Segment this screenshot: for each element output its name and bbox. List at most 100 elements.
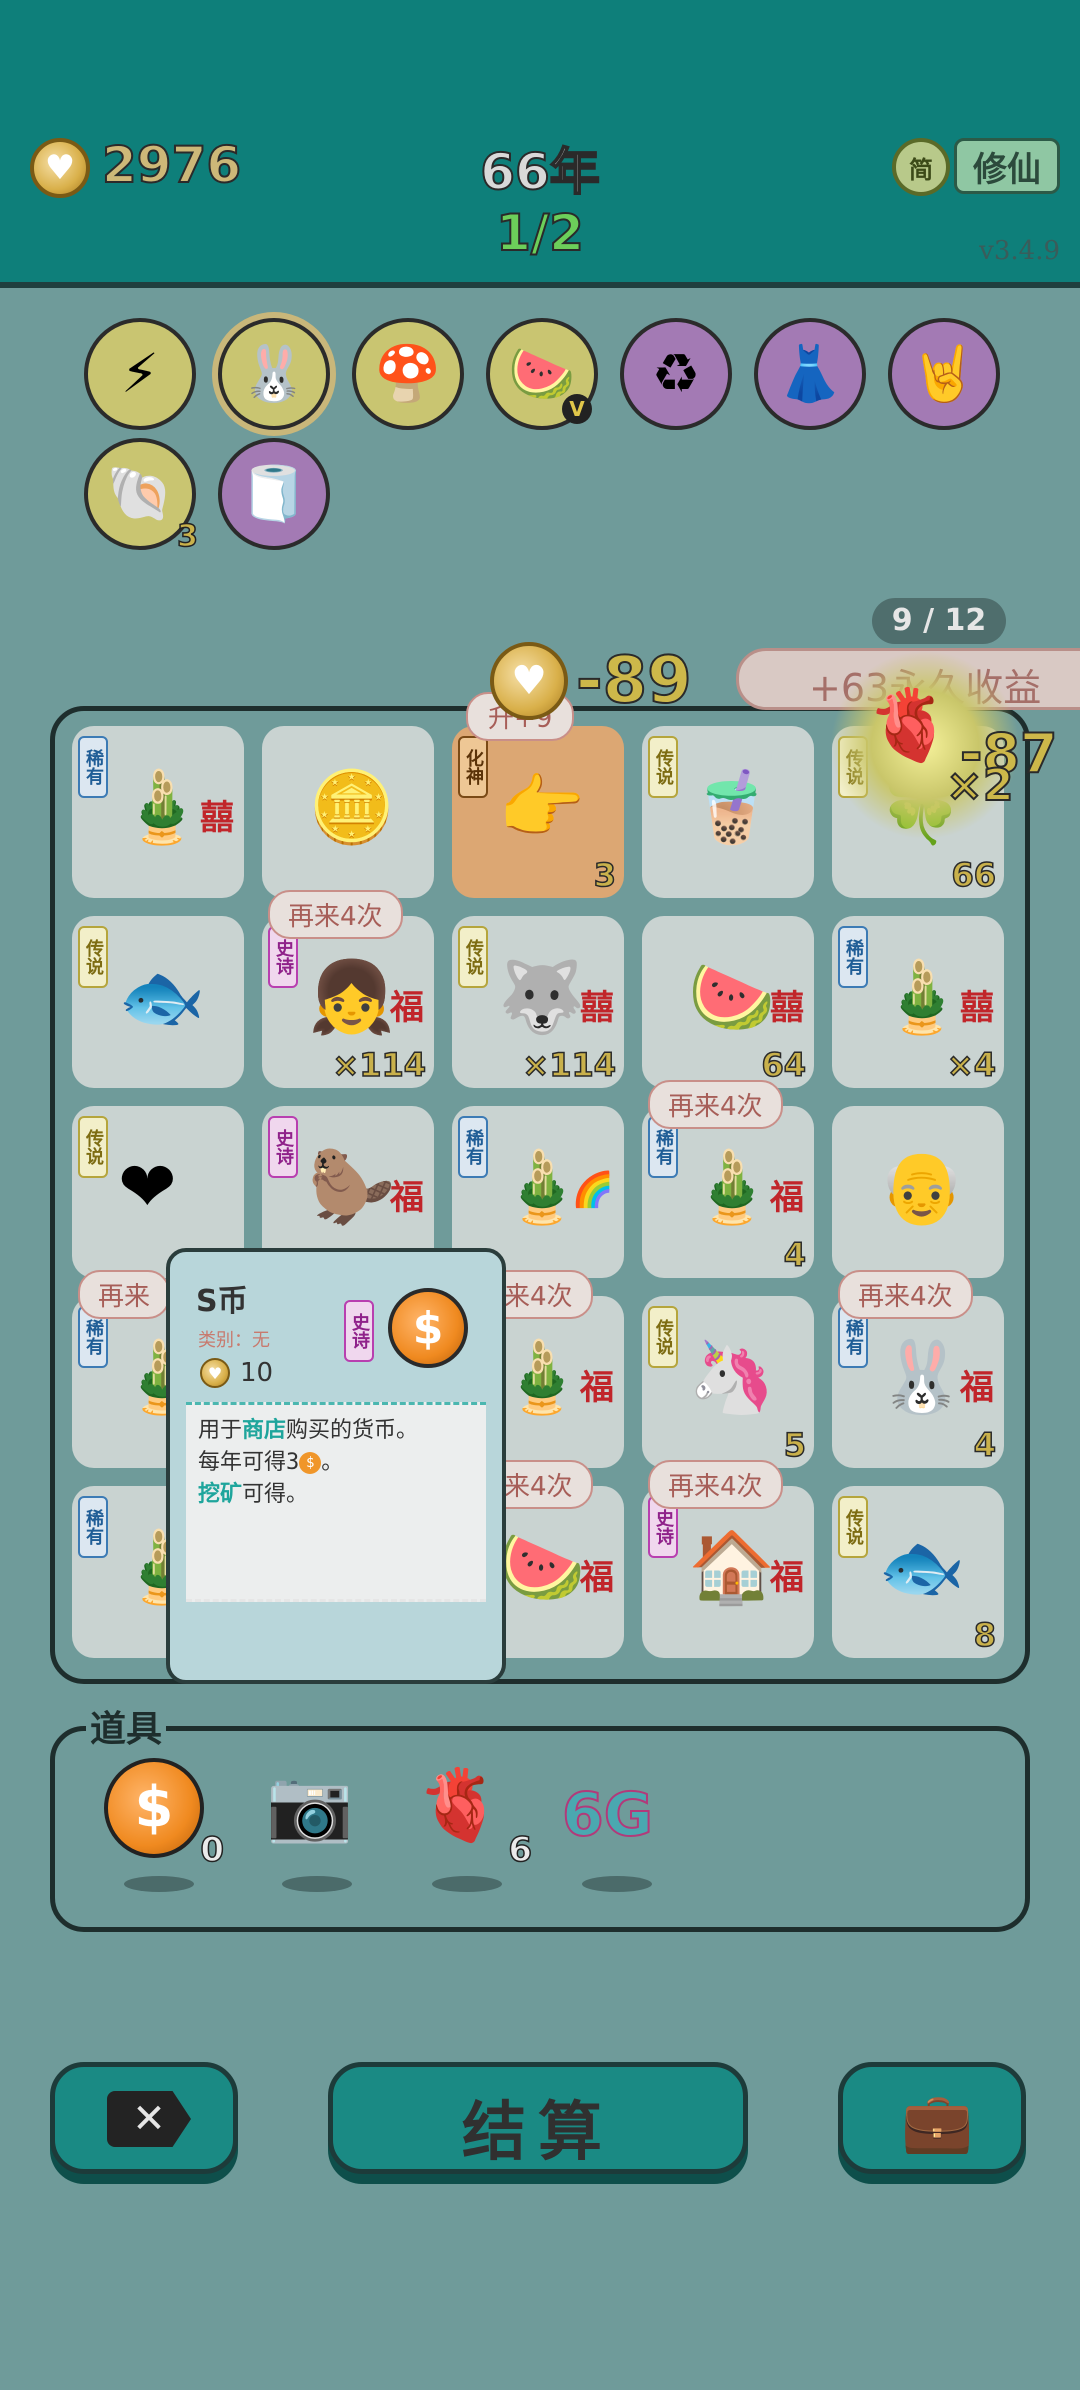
tool-shadow: [124, 1876, 194, 1892]
tile-extra-mark: 福: [770, 1178, 804, 1218]
bubble-tea-icon: 🧋: [688, 766, 776, 848]
board-tile[interactable]: 稀有 🎍 囍: [72, 726, 244, 898]
tile-extra-mark: 囍: [960, 988, 994, 1028]
rock-hand-icon: 🤘: [910, 342, 978, 405]
relic-slot[interactable]: 🍄: [352, 318, 464, 430]
popup-value: 10: [240, 1358, 274, 1388]
board-tile[interactable]: 🪙: [262, 726, 434, 898]
relic-slot[interactable]: 🧻: [218, 438, 330, 550]
tile-extra-mark: 囍: [580, 988, 614, 1028]
board-tile[interactable]: 传说 🐟: [72, 916, 244, 1088]
koi-fish-icon: 🐟: [118, 956, 206, 1038]
board-tile[interactable]: 👴: [832, 1106, 1004, 1278]
coin-count: 2976: [101, 135, 242, 195]
close-tag-icon: ✕: [107, 2091, 191, 2147]
retry-bubble: 再来: [78, 1270, 171, 1319]
rarity-tag: 化神: [458, 736, 488, 798]
board-tile[interactable]: 传说 🐺 囍 ×114: [452, 916, 624, 1088]
old-man-icon: 👴: [878, 1146, 966, 1228]
board-tile[interactable]: 稀有 🎍 囍 ×4: [832, 916, 1004, 1088]
bunny-icon: 🐰: [240, 342, 308, 405]
cultivation-mode-button[interactable]: 修仙: [954, 138, 1060, 194]
tool-slot[interactable]: $0: [104, 1752, 225, 1892]
bamboo-xi-icon: 🎍: [118, 766, 206, 848]
tissue-box-icon: 🧻: [240, 462, 308, 525]
popup-s-coin-icon: $: [388, 1288, 468, 1368]
tool-shadow: [432, 1876, 502, 1892]
popup-category: 类别：无: [198, 1330, 270, 1351]
rarity-tag: 稀有: [458, 1116, 488, 1178]
watermelon-fu-icon: 🍉: [498, 1526, 586, 1608]
simplified-toggle-icon[interactable]: 简: [892, 138, 950, 196]
inline-s-coin-icon: $: [299, 1452, 322, 1474]
tile-count: 8: [973, 1615, 997, 1655]
tile-count: 5: [783, 1425, 807, 1465]
tile-count: ×114: [332, 1045, 427, 1085]
bag-button[interactable]: 💼: [838, 2062, 1026, 2174]
camera-icon: 📷: [266, 1764, 354, 1846]
relic-slot[interactable]: ⚡: [84, 318, 196, 430]
rarity-tag: 传说: [78, 1116, 108, 1178]
board-tile[interactable]: 史诗 👧 福 ×114: [262, 916, 434, 1088]
recycle-icon: ♻: [651, 342, 701, 405]
slot-counter: 9 / 12: [872, 598, 1006, 644]
board-tile[interactable]: 稀有 🐰 福 4: [832, 1296, 1004, 1468]
tile-count: 66: [951, 855, 997, 895]
tile-count: 4: [973, 1425, 997, 1465]
tile-extra-mark: 福: [580, 1558, 614, 1598]
board-tile[interactable]: 传说 🧋: [642, 726, 814, 898]
bamboo-fu-icon: 🎍: [498, 1336, 586, 1418]
board-tile[interactable]: 稀有 🎍 福 4: [642, 1106, 814, 1278]
tile-count: 64: [761, 1045, 807, 1085]
liver-icon: 🫀: [416, 1764, 504, 1846]
coin-icon: ♥: [30, 138, 90, 198]
tile-count: ×4: [946, 1045, 997, 1085]
rabbit-house-icon: 🏠: [688, 1526, 776, 1608]
marmot-icon: 🦫: [308, 1146, 396, 1228]
settle-button[interactable]: 结算: [328, 2062, 748, 2174]
bamboo-xi-icon: 🎍: [878, 956, 966, 1038]
retry-bubble: 再来4次: [838, 1270, 973, 1319]
relic-slot[interactable]: 🐚 3: [84, 438, 199, 555]
liver-icon: 🫀: [866, 684, 954, 766]
tool-slot[interactable]: 📷: [262, 1752, 372, 1892]
relic-slot[interactable]: 🤘: [888, 318, 1000, 430]
relic-slot[interactable]: 👗: [754, 318, 866, 430]
rarity-tag: 稀有: [78, 1496, 108, 1558]
board-tile[interactable]: 传说 🦄 5: [642, 1296, 814, 1468]
relic-slot[interactable]: 🐰: [218, 318, 330, 430]
rarity-tag: 稀有: [838, 926, 868, 988]
board-tile[interactable]: 化神 👉 3: [452, 726, 624, 898]
popup-title: S币: [196, 1284, 248, 1319]
board-tile[interactable]: 🍉 囍 64: [642, 916, 814, 1088]
coins-pile-icon: 🪙: [308, 766, 396, 848]
man-heart-icon: ❤: [118, 1146, 177, 1228]
rarity-tag: 史诗: [268, 1116, 298, 1178]
unicorn-icon: 🦄: [688, 1336, 776, 1418]
board-tile[interactable]: 传说 🐟 8: [832, 1486, 1004, 1658]
tile-extra-mark: 福: [580, 1368, 614, 1408]
tools-label: 道具: [86, 1700, 167, 1752]
item-popup: S币 类别：无 史诗 $ ♥ 10 用于商店购买的货币。 每年可得3 $。 挖矿可…: [166, 1248, 506, 1684]
popup-rarity-tag: 史诗: [344, 1300, 374, 1362]
discard-button[interactable]: ✕: [50, 2062, 238, 2174]
tool-slot[interactable]: 6G: [561, 1752, 672, 1892]
relic-slot[interactable]: 🍉 V: [486, 318, 598, 430]
tile-extra-mark: 福: [960, 1368, 994, 1408]
rarity-tag: 传说: [648, 1306, 678, 1368]
relic-slot[interactable]: ♻: [620, 318, 732, 430]
coin-delta-icon: ♥: [490, 642, 568, 720]
tile-extra-mark: 福: [390, 988, 424, 1028]
stage-label: 1/2: [495, 203, 585, 263]
rarity-tag: 稀有: [78, 736, 108, 798]
tool-count: 6: [508, 1829, 533, 1871]
tool-slot[interactable]: 🫀 6: [412, 1752, 533, 1892]
board-tile[interactable]: 史诗 🏠 福: [642, 1486, 814, 1658]
6g-icon: 6G: [561, 1779, 654, 1851]
tile-extra-mark: 福: [390, 1178, 424, 1218]
tile-extra-mark: 囍: [770, 988, 804, 1028]
version-label: v3.4.9: [979, 236, 1060, 266]
tool-shadow: [282, 1876, 352, 1892]
retry-bubble: 再来4次: [268, 890, 403, 939]
relic-badge: V: [562, 394, 592, 424]
